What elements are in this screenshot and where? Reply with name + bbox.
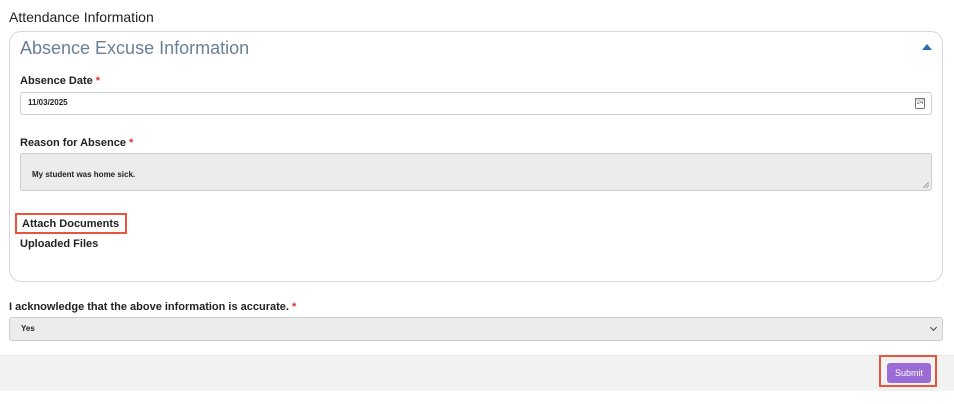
acknowledge-select[interactable]: Yes (9, 317, 943, 341)
collapse-arrow-icon[interactable] (922, 44, 932, 50)
required-mark: * (128, 137, 134, 149)
section-title: Attendance Information (9, 9, 154, 25)
panel-header: Absence Excuse Information (20, 38, 250, 58)
resize-grip-icon[interactable] (923, 182, 929, 188)
chevron-down-icon (929, 323, 938, 332)
submit-button[interactable]: Submit (887, 363, 931, 383)
absence-excuse-panel: Absence Excuse Information Absence Date *… (9, 31, 943, 282)
required-mark: * (291, 301, 297, 313)
acknowledge-label-text: I acknowledge that the above information… (9, 301, 289, 313)
reason-value: My student was home sick. (32, 170, 136, 179)
uploaded-files-label: Uploaded Files (20, 238, 99, 250)
absence-date-label-text: Absence Date (20, 75, 93, 87)
calendar-icon[interactable]: 24 (915, 98, 925, 109)
absence-date-value: 11/03/2025 (28, 98, 68, 107)
reason-textarea[interactable]: My student was home sick. (20, 153, 932, 191)
reason-label: Reason for Absence * (20, 137, 133, 149)
acknowledge-label: I acknowledge that the above information… (9, 301, 296, 313)
attach-documents-link[interactable]: Attach Documents (15, 213, 128, 234)
absence-date-label: Absence Date * (20, 75, 100, 87)
acknowledge-selected-value: Yes (21, 324, 35, 333)
absence-date-input[interactable]: 11/03/2025 24 (20, 92, 932, 115)
required-mark: * (95, 75, 101, 87)
reason-label-text: Reason for Absence (20, 137, 126, 149)
form-footer (0, 355, 954, 391)
